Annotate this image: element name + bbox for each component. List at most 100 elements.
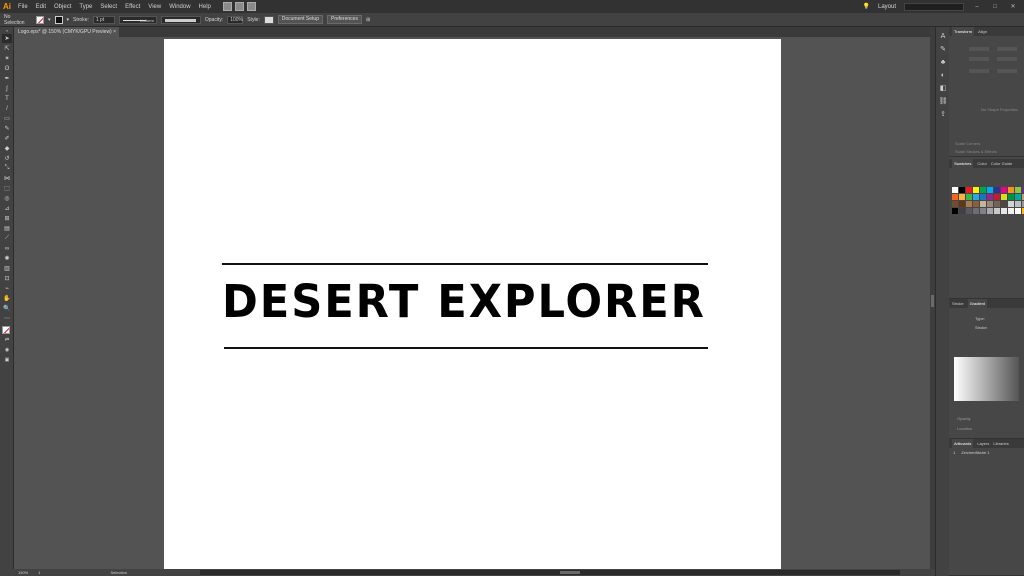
swap-colors-icon[interactable]: ⇄ <box>2 335 12 344</box>
preferences-button[interactable]: Preferences <box>326 15 362 24</box>
stroke-swatch[interactable] <box>54 15 63 24</box>
curvature-tool-icon[interactable]: ∫ <box>2 84 12 93</box>
menu-effect[interactable]: Effect <box>121 4 144 10</box>
symbols-icon[interactable]: ♣ <box>939 58 947 66</box>
color-swatch[interactable] <box>973 201 979 207</box>
color-swatch[interactable] <box>966 208 972 214</box>
chevron-down-icon[interactable]: ▾ <box>67 17 70 23</box>
menu-window[interactable]: Window <box>165 4 194 10</box>
color-swatch[interactable] <box>1015 201 1021 207</box>
type-tool-icon[interactable]: T <box>2 94 12 103</box>
paintbrush-tool-icon[interactable]: ✎ <box>2 124 12 133</box>
color-swatch[interactable] <box>973 208 979 214</box>
scale-strokes-checkbox[interactable]: Scale Strokes & Effects <box>955 149 997 154</box>
fill-color-icon[interactable] <box>2 326 10 334</box>
current-tool-status[interactable]: Selection <box>110 570 126 575</box>
color-swatch[interactable] <box>952 187 958 193</box>
hand-tool-icon[interactable]: ✋ <box>2 294 12 303</box>
tab-transform[interactable]: Transform <box>952 27 975 36</box>
maximize-icon[interactable]: □ <box>990 4 1000 10</box>
color-swatch[interactable] <box>1015 208 1021 214</box>
color-swatch[interactable] <box>1001 201 1007 207</box>
color-swatch[interactable] <box>1001 208 1007 214</box>
brushes-icon[interactable]: ✎ <box>939 45 947 53</box>
workspace-switcher[interactable]: Layout <box>878 4 896 10</box>
color-swatch[interactable] <box>973 194 979 200</box>
menu-file[interactable]: File <box>14 4 32 10</box>
color-swatch[interactable] <box>959 187 965 193</box>
color-swatch[interactable] <box>1008 201 1014 207</box>
screen-mode-icon[interactable]: ▣ <box>2 355 12 364</box>
menu-object[interactable]: Object <box>50 4 75 10</box>
links-icon[interactable]: ⛓ <box>939 97 948 105</box>
color-swatch[interactable] <box>987 201 993 207</box>
menu-type[interactable]: Type <box>75 4 96 10</box>
zoom-level[interactable]: 150% <box>18 570 28 575</box>
width-tool-icon[interactable]: ⋈ <box>2 174 12 183</box>
chevron-down-icon[interactable]: ▾ <box>48 17 51 23</box>
minimize-icon[interactable]: – <box>972 4 982 10</box>
color-swatch[interactable] <box>952 194 958 200</box>
color-swatch[interactable] <box>1001 194 1007 200</box>
color-swatch[interactable] <box>973 187 979 193</box>
document-tab[interactable]: Logo.eps* @ 150% (CMYK/GPU Preview) × <box>14 27 119 37</box>
appearance-icon[interactable]: ◧ <box>939 84 947 92</box>
tab-gradient[interactable]: Gradient <box>967 299 987 308</box>
eyedropper-tool-icon[interactable]: ⟋ <box>2 234 12 243</box>
tab-layers[interactable]: Layers <box>977 441 989 446</box>
color-swatch[interactable] <box>987 208 993 214</box>
menu-view[interactable]: View <box>144 4 165 10</box>
drawing-mode-icon[interactable]: ◉ <box>2 345 12 354</box>
lightbulb-icon[interactable]: 💡 <box>863 3 870 10</box>
arrange-documents-icon[interactable] <box>234 2 244 11</box>
tab-swatches[interactable]: Swatches <box>952 159 974 168</box>
tab-color-guide[interactable]: Color Guide <box>991 161 1012 166</box>
scale-corners-checkbox[interactable]: Scale Corners <box>955 141 980 146</box>
document-setup-button[interactable]: Document Setup <box>277 15 323 24</box>
close-icon[interactable]: ✕ <box>1008 3 1018 10</box>
line-tool-icon[interactable]: / <box>2 104 12 113</box>
more-tools-icon[interactable]: ⋯ <box>2 314 12 323</box>
color-swatch[interactable] <box>952 201 958 207</box>
color-swatch[interactable] <box>987 194 993 200</box>
menu-select[interactable]: Select <box>96 4 121 10</box>
color-swatch[interactable] <box>1001 187 1007 193</box>
stroke-weight-input[interactable]: 1 pt <box>92 15 115 24</box>
eraser-tool-icon[interactable]: ◆ <box>2 144 12 153</box>
transform-angle-field[interactable] <box>969 69 989 73</box>
shape-builder-tool-icon[interactable]: ◎ <box>2 194 12 203</box>
tab-artboards[interactable]: Artboards <box>952 439 974 448</box>
color-swatch[interactable] <box>994 208 1000 214</box>
rotate-tool-icon[interactable]: ↺ <box>2 154 12 163</box>
gradient-tool-icon[interactable]: ▤ <box>2 224 12 233</box>
direct-selection-tool-icon[interactable]: ⇱ <box>2 44 12 53</box>
color-swatch[interactable] <box>1008 194 1014 200</box>
tab-libraries[interactable]: Libraries <box>993 441 1008 446</box>
color-swatch[interactable] <box>1015 194 1021 200</box>
color-swatch[interactable] <box>1008 208 1014 214</box>
arrange-icon[interactable]: ⊞ <box>366 17 370 23</box>
scale-tool-icon[interactable]: ⤡ <box>2 164 12 173</box>
color-swatch[interactable] <box>980 201 986 207</box>
tab-stroke[interactable]: Stroke <box>952 301 964 306</box>
selection-tool-icon[interactable]: ➤ <box>2 34 12 43</box>
color-swatch[interactable] <box>980 187 986 193</box>
tab-color[interactable]: Color <box>977 161 987 166</box>
tab-align[interactable]: Align <box>978 29 987 34</box>
color-swatch[interactable] <box>966 201 972 207</box>
symbol-sprayer-tool-icon[interactable]: ✺ <box>2 254 12 263</box>
color-swatch[interactable] <box>980 194 986 200</box>
artboard-navigator[interactable]: 1 <box>38 570 40 575</box>
variable-width-profile[interactable]: Uniform <box>118 15 157 24</box>
brush-definition[interactable] <box>160 15 201 24</box>
transform-height-field[interactable] <box>997 57 1017 61</box>
color-swatch[interactable] <box>959 208 965 214</box>
export-icon[interactable]: ⇪ <box>939 110 947 118</box>
transform-y-field[interactable] <box>969 57 989 61</box>
menu-edit[interactable]: Edit <box>32 4 50 10</box>
fill-swatch[interactable] <box>36 15 44 24</box>
graph-tool-icon[interactable]: ▥ <box>2 264 12 273</box>
color-swatch[interactable] <box>994 194 1000 200</box>
panel-collapse-icon[interactable]: » <box>2 28 12 33</box>
artboard[interactable]: DESERT EXPLORER <box>164 39 781 569</box>
